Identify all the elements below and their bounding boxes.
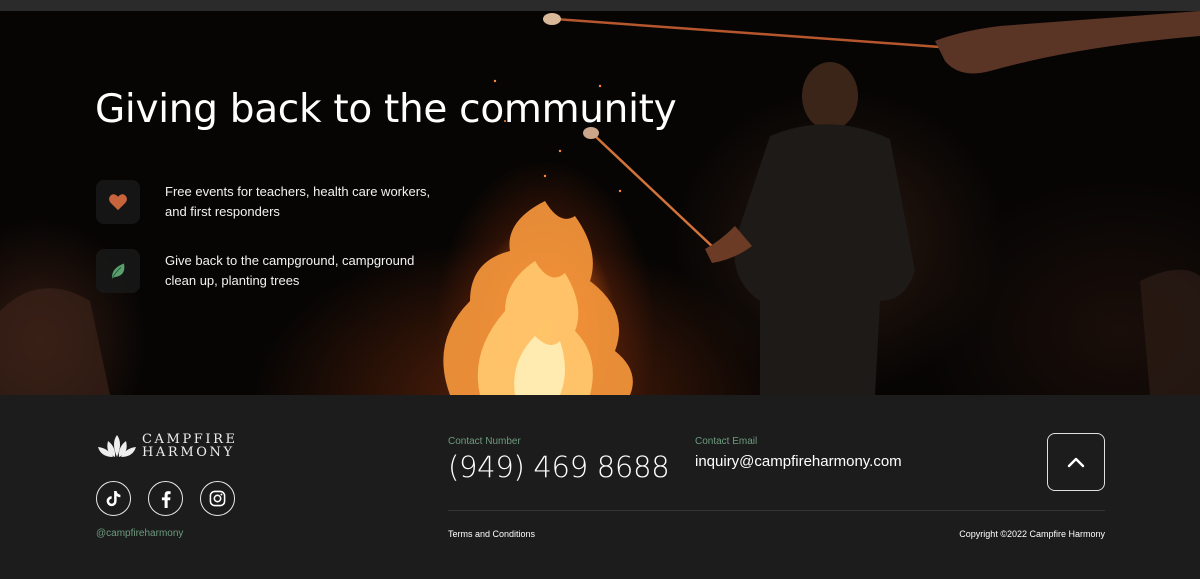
contact-number-label: Contact Number [448,436,521,447]
feature-text: Free events for teachers, health care wo… [165,184,431,219]
instagram-icon [209,490,226,507]
contact-email-label: Contact Email [695,436,758,447]
hero-title: Giving back to the community [95,87,677,132]
brand-wordmark: CAMPFIRE HARMONY [142,433,238,459]
footer-divider [448,510,1105,511]
social-links [96,481,235,516]
contact-number[interactable]: (949) 469 8688 [448,450,670,484]
chevron-up-icon [1067,457,1085,468]
feature-item-campground: Give back to the campground, campground … [96,249,435,293]
tiktok-button[interactable] [96,481,131,516]
contact-email[interactable]: inquiry@campfireharmony.com [695,453,902,470]
feature-item-events: Free events for teachers, health care wo… [96,180,435,224]
facebook-button[interactable] [148,481,183,516]
leaf-icon [111,263,125,279]
copyright-text: Copyright ©2022 Campfire Harmony [959,529,1105,539]
scroll-to-top-button[interactable] [1047,433,1105,491]
site-footer: CAMPFIRE HARMONY @campfireharmony Contac… [0,395,1200,579]
facebook-icon [161,490,171,508]
tiktok-icon [106,491,121,507]
campfire-harmony-logo[interactable]: CAMPFIRE HARMONY [96,433,238,459]
brand-line-2: HARMONY [142,445,235,460]
community-hero-section: Giving back to the community Free events… [0,11,1200,395]
instagram-button[interactable] [200,481,235,516]
feature-icon-box [96,249,140,293]
browser-top-strip [0,0,1200,11]
social-handle[interactable]: @campfireharmony [96,528,183,539]
feature-text: Give back to the campground, campground … [165,253,415,288]
lotus-flame-icon [98,435,136,457]
feature-icon-box [96,180,140,224]
heart-icon [109,194,127,211]
terms-link[interactable]: Terms and Conditions [448,529,535,539]
